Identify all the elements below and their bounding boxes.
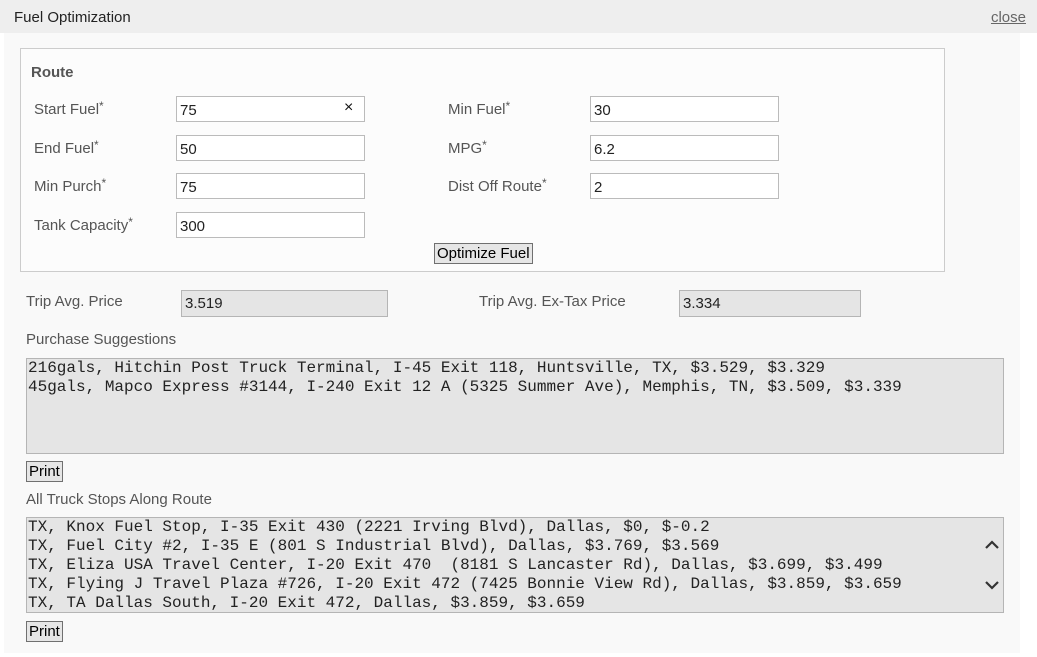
print-suggestions-button[interactable]: Print [26,461,63,482]
min-fuel-label: Min Fuel* [448,99,511,118]
title-bar: Fuel Optimization close [0,0,1037,33]
list-item: 45gals, Mapco Express #3144, I-240 Exit … [28,378,902,396]
trip-avg-price-field: 3.519 [181,290,388,317]
mpg-input[interactable] [590,135,779,161]
close-link[interactable]: close [991,9,1026,26]
min-purch-label: Min Purch* [34,176,107,195]
purchase-suggestions-textarea[interactable]: 216gals, Hitchin Post Truck Terminal, I-… [26,358,1004,454]
tank-capacity-input[interactable] [176,212,365,238]
start-fuel-label: Start Fuel* [34,99,104,118]
dist-off-route-input[interactable] [590,173,779,199]
route-heading: Route [31,64,74,81]
optimize-fuel-button[interactable]: Optimize Fuel [434,243,533,264]
dist-off-route-label: Dist Off Route* [448,176,547,195]
trip-avg-ex-tax-price-label: Trip Avg. Ex-Tax Price [479,293,626,310]
print-truck-stops-button[interactable]: Print [26,621,63,642]
mpg-label: MPG* [448,138,487,157]
tank-capacity-label: Tank Capacity* [34,215,133,234]
trip-avg-ex-tax-price-field: 3.334 [679,290,861,317]
end-fuel-label: End Fuel* [34,138,99,157]
start-fuel-input[interactable] [176,96,365,122]
chevron-down-icon[interactable] [983,576,1001,594]
list-item: TX, Eliza USA Travel Center, I-20 Exit 4… [28,556,883,574]
min-purch-input[interactable] [176,173,365,199]
list-item: TX, Knox Fuel Stop, I-35 Exit 430 (2221 … [28,518,710,536]
list-item: 216gals, Hitchin Post Truck Terminal, I-… [28,359,825,377]
list-item: TX, TA Dallas South, I-20 Exit 472, Dall… [28,594,585,612]
chevron-up-icon[interactable] [983,536,1001,554]
end-fuel-input[interactable] [176,135,365,161]
min-fuel-input[interactable] [590,96,779,122]
truck-stops-label: All Truck Stops Along Route [26,491,212,508]
list-item: TX, Fuel City #2, I-35 E (801 S Industri… [28,537,720,555]
route-fieldset [20,48,945,272]
clear-icon[interactable]: × [344,100,353,116]
list-item: TX, Flying J Travel Plaza #726, I-20 Exi… [28,575,902,593]
truck-stops-textarea[interactable]: TX, Knox Fuel Stop, I-35 Exit 430 (2221 … [26,517,1004,613]
trip-avg-price-label: Trip Avg. Price [26,293,123,310]
purchase-suggestions-label: Purchase Suggestions [26,331,177,348]
window-title: Fuel Optimization [14,9,131,26]
